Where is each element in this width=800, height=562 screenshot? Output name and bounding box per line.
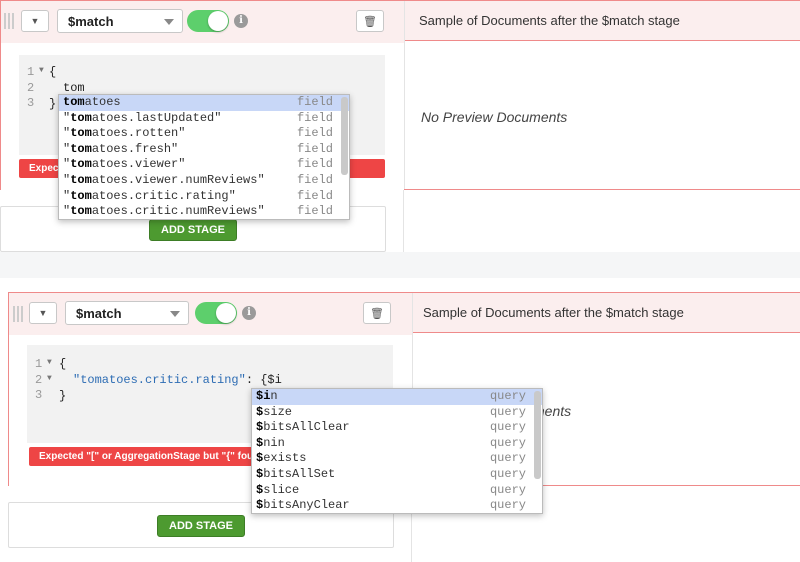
line-number: 1 [27,65,35,79]
no-preview-text: No Preview Documents [421,109,568,125]
fold-arrow-icon[interactable]: ▼ [47,374,52,383]
stage-divider [403,190,404,252]
drag-handle-icon[interactable] [4,13,14,29]
code-line: tom [63,81,85,95]
bottom-screenshot-panel: ▼ $match i 🗑 1 2 3 ▼ ▼ {"tomatoes.criti… [0,278,800,562]
stage-operator-select[interactable]: $match [65,301,189,325]
autocomplete-item[interactable]: "tomatoes.lastUpdated" field [59,111,349,127]
chevron-down-icon: ▼ [38,308,48,318]
collapse-button[interactable]: ▼ [29,302,57,324]
autocomplete-item[interactable]: "tomatoes.fresh" field [59,142,349,158]
info-icon[interactable]: i [234,14,248,28]
autocomplete-item[interactable]: $size query [252,405,542,421]
fold-arrow-icon[interactable]: ▼ [47,358,52,367]
line-number: 2 [35,372,43,387]
preview-title: Sample of Documents after the $match sta… [413,293,800,333]
toggle-knob [216,303,236,323]
stage-operator-value: $match [76,306,122,321]
add-stage-button[interactable]: ADD STAGE [149,219,237,241]
autocomplete-item[interactable]: "tomatoes.critic.rating" field [59,189,349,205]
drag-handle-icon[interactable] [13,306,23,322]
delete-stage-button[interactable]: 🗑 [356,10,384,32]
stage-operator-value: $match [68,14,114,29]
caret-down-icon [170,311,180,317]
autocomplete-item[interactable]: "tomatoes.viewer" field [59,157,349,173]
chevron-down-icon: ▼ [30,16,40,26]
line-number: 2 [27,80,35,95]
stage-enabled-toggle[interactable] [187,10,229,32]
add-stage-button[interactable]: ADD STAGE [157,515,245,537]
autocomplete-item[interactable]: tomatoes field [59,95,349,111]
autocomplete-item[interactable]: $exists query [252,451,542,467]
autocomplete-popup: $in query $size query $bitsAllClear query $… [251,388,543,514]
autocomplete-item[interactable]: $bitsAllSet query [252,467,542,483]
autocomplete-item[interactable]: "tomatoes.viewer.numReviews" field [59,173,349,189]
line-numbers: 1 2 3 [35,357,42,404]
code-line: "tomatoes.critic.rating": {$i [73,373,282,387]
stage-header: ▼ $match i 🗑 [9,293,412,333]
stage-preview: Sample of Documents after the $match sta… [404,1,800,189]
autocomplete-item[interactable]: $bitsAllClear query [252,420,542,436]
code-line: } [49,97,57,111]
trash-icon: 🗑 [370,307,384,320]
preview-title: Sample of Documents after the $match sta… [405,1,800,41]
stage-header: ▼ $match i 🗑 [1,1,404,41]
autocomplete-item[interactable]: $bitsAnyClear query [252,498,542,513]
autocomplete-scrollbar[interactable] [341,97,348,175]
stage-enabled-toggle[interactable] [195,302,237,324]
trash-icon: 🗑 [363,15,377,28]
caret-down-icon [164,19,174,25]
stage-operator-select[interactable]: $match [57,9,183,33]
fold-arrow-icon[interactable]: ▼ [39,66,44,75]
autocomplete-scrollbar[interactable] [534,391,541,479]
line-number: 3 [27,96,35,111]
toggle-knob [208,11,228,31]
line-number: 1 [35,357,43,371]
line-number: 3 [35,388,43,403]
top-screenshot-panel: ▼ $match i 🗑 1 2 3 ▼ {tom} Expect Samp… [0,0,800,252]
collapse-button[interactable]: ▼ [21,10,49,32]
code-line: { [49,65,57,79]
code-line: } [59,389,67,403]
autocomplete-item[interactable]: "tomatoes.critic.numReviews" field [59,204,349,219]
delete-stage-button[interactable]: 🗑 [363,302,391,324]
autocomplete-item[interactable]: $in query [252,389,542,405]
autocomplete-item[interactable]: $slice query [252,483,542,499]
autocomplete-item[interactable]: $nin query [252,436,542,452]
autocomplete-popup: tomatoes field "tomatoes.lastUpdated" fiel… [58,94,350,220]
code-line: { [59,357,67,371]
autocomplete-item[interactable]: "tomatoes.rotten" field [59,126,349,142]
line-numbers: 1 2 3 [27,65,34,112]
info-icon[interactable]: i [242,306,256,320]
